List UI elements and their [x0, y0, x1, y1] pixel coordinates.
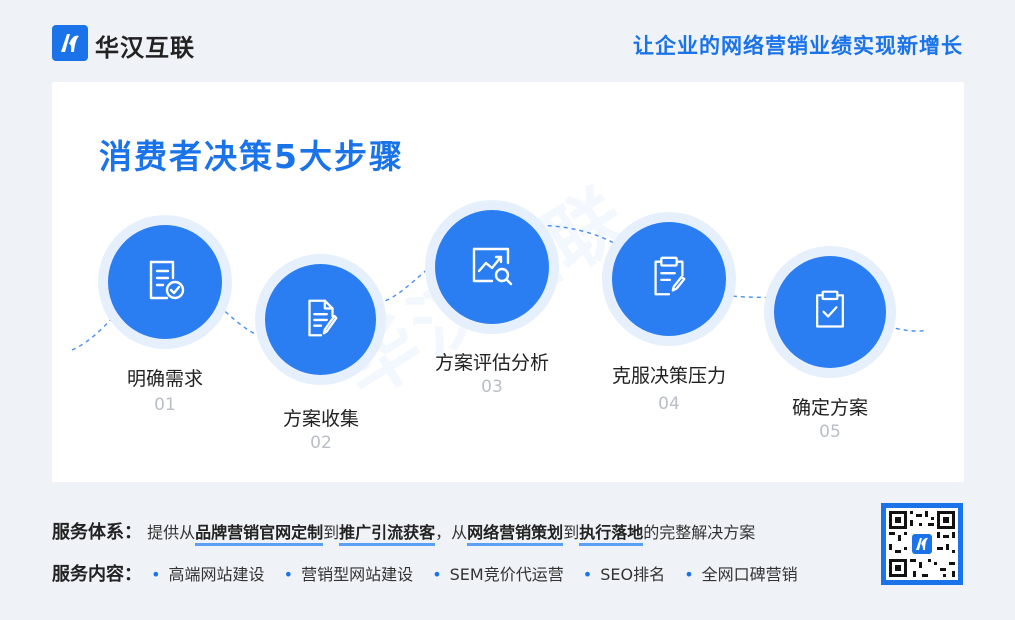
step-disc	[435, 210, 549, 324]
service-item: 高端网站建设	[168, 565, 265, 584]
step-label: 确定方案	[791, 397, 868, 419]
bullet-icon: •	[582, 565, 593, 584]
clipboard-check-icon	[808, 288, 852, 336]
service-item: 营销型网站建设	[301, 565, 414, 584]
service-system-text: 到	[323, 523, 340, 542]
step-disc	[108, 225, 222, 339]
bullet-icon: •	[684, 565, 694, 584]
qr-code[interactable]	[881, 503, 963, 585]
highlight-brand-site: 品牌营销官网定制	[195, 523, 324, 546]
card-title: 消费者决策5大步骤	[99, 137, 404, 176]
bullet-icon: •	[283, 565, 294, 584]
slogan: 让企业的网络营销业绩实现新增长	[633, 34, 963, 58]
steps-card: 华汉互联 消费者决策5大步骤 明确需求 01 方案收集 02	[52, 82, 964, 482]
step-disc	[774, 256, 886, 368]
highlight-planning: 网络营销策划	[467, 523, 564, 546]
service-system-text: 到	[563, 523, 580, 542]
service-content-key: 服务内容：	[52, 564, 142, 585]
service-item: SEM竞价代运营	[449, 565, 564, 584]
service-system-key: 服务体系：	[52, 522, 142, 543]
step-label: 方案评估分析	[434, 352, 549, 374]
highlight-promotion: 推广引流获客	[339, 523, 436, 546]
step-label: 方案收集	[282, 408, 359, 430]
brand-name: 华汉互联	[95, 34, 195, 62]
service-content-row: 服务内容： • 高端网站建设 • 营销型网站建设 • SEM竞价代运营 • SEO排名 …	[52, 560, 798, 586]
step-label: 明确需求	[126, 368, 203, 390]
bullet-icon: •	[151, 565, 161, 584]
service-system-text: ，从	[435, 523, 468, 542]
highlight-execution: 执行落地	[579, 523, 644, 546]
qr-code-icon	[886, 508, 958, 580]
service-system-text: 提供从	[147, 523, 196, 542]
chart-analysis-icon	[468, 241, 516, 293]
step-number: 04	[658, 394, 680, 414]
brand-logo-icon	[52, 25, 88, 61]
document-check-icon	[141, 256, 189, 308]
header: 华汉互联 让企业的网络营销业绩实现新增长	[0, 0, 1015, 82]
step-label: 克服决策压力	[611, 365, 726, 387]
document-edit-icon	[298, 295, 344, 345]
service-system-row: 服务体系： 提供从品牌营销官网定制到推广引流获客，从网络营销策划到执行落地的完整…	[52, 518, 756, 546]
service-item: 全网口碑营销	[701, 565, 798, 584]
bullet-icon: •	[432, 565, 442, 584]
step-number: 03	[481, 377, 503, 397]
step-number: 05	[819, 422, 841, 442]
step-disc	[265, 264, 376, 375]
clipboard-edit-icon	[646, 254, 692, 304]
service-item: SEO排名	[600, 565, 666, 584]
service-system-text: 的完整解决方案	[643, 523, 756, 542]
step-disc	[612, 222, 726, 336]
step-number: 01	[154, 395, 176, 415]
step-number: 02	[310, 433, 332, 453]
